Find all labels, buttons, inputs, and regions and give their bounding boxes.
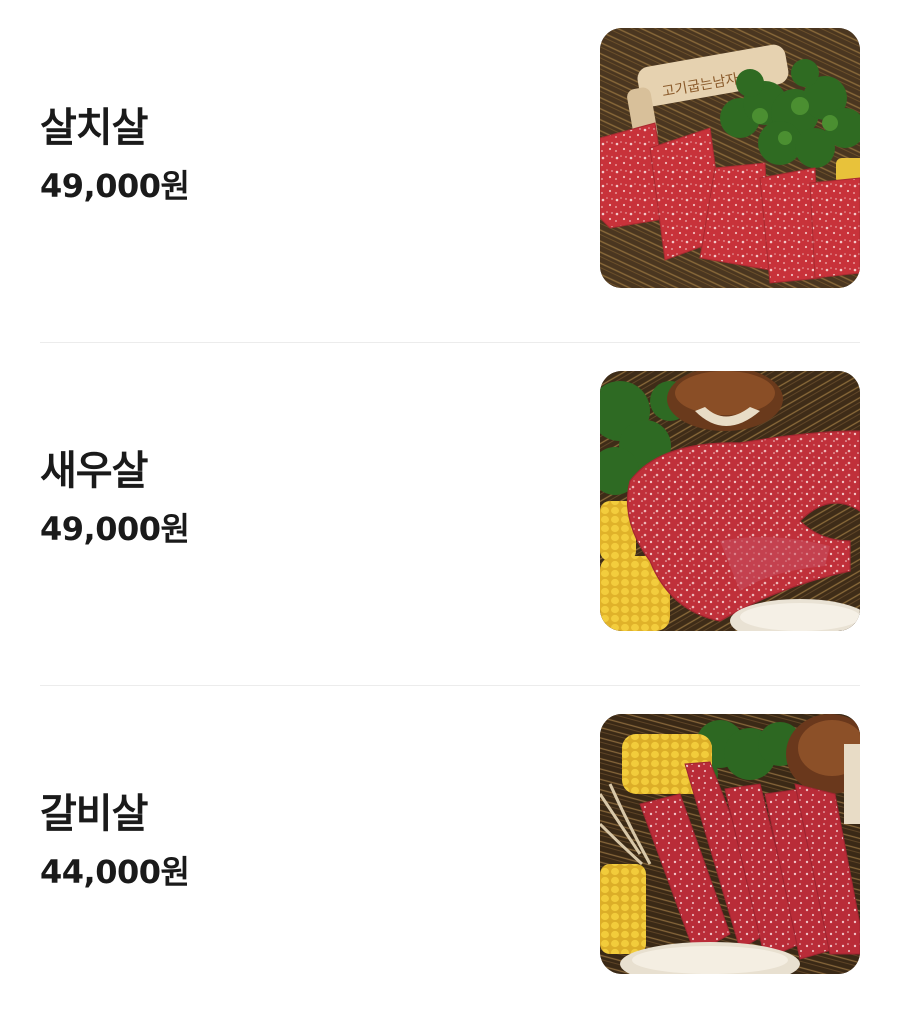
menu-item-photo[interactable] <box>600 714 860 974</box>
menu-item-price: 49,000원 <box>40 167 190 205</box>
menu-item-info: 갈비살 44,000원 <box>40 786 190 896</box>
menu-item-salchisal[interactable]: 살치살 49,000원 고기굽는남자 <box>0 0 900 343</box>
menu-item-name: 갈비살 <box>40 791 148 837</box>
menu-item-info: 살치살 49,000원 <box>40 100 190 210</box>
menu-item-photo[interactable] <box>600 371 860 631</box>
menu-item-name: 살치살 <box>40 105 148 151</box>
menu-item-info: 새우살 49,000원 <box>40 443 190 553</box>
menu-item-saeusal[interactable]: 새우살 49,000원 <box>0 343 900 686</box>
menu-item-price: 49,000원 <box>40 510 190 548</box>
beef-rib-finger-photo <box>600 714 860 974</box>
beef-chuck-flap-photo: 고기굽는남자 <box>600 28 860 288</box>
menu-item-galbisal[interactable]: 갈비살 44,000원 <box>0 686 900 1029</box>
menu-item-price: 44,000원 <box>40 853 190 891</box>
menu-item-name: 새우살 <box>40 448 148 494</box>
beef-rib-cap-photo <box>600 371 860 631</box>
menu-item-photo[interactable]: 고기굽는남자 <box>600 28 860 288</box>
menu-list: 살치살 49,000원 고기굽는남자 새우살 49,000원 갈비살 44,00… <box>0 0 900 1029</box>
